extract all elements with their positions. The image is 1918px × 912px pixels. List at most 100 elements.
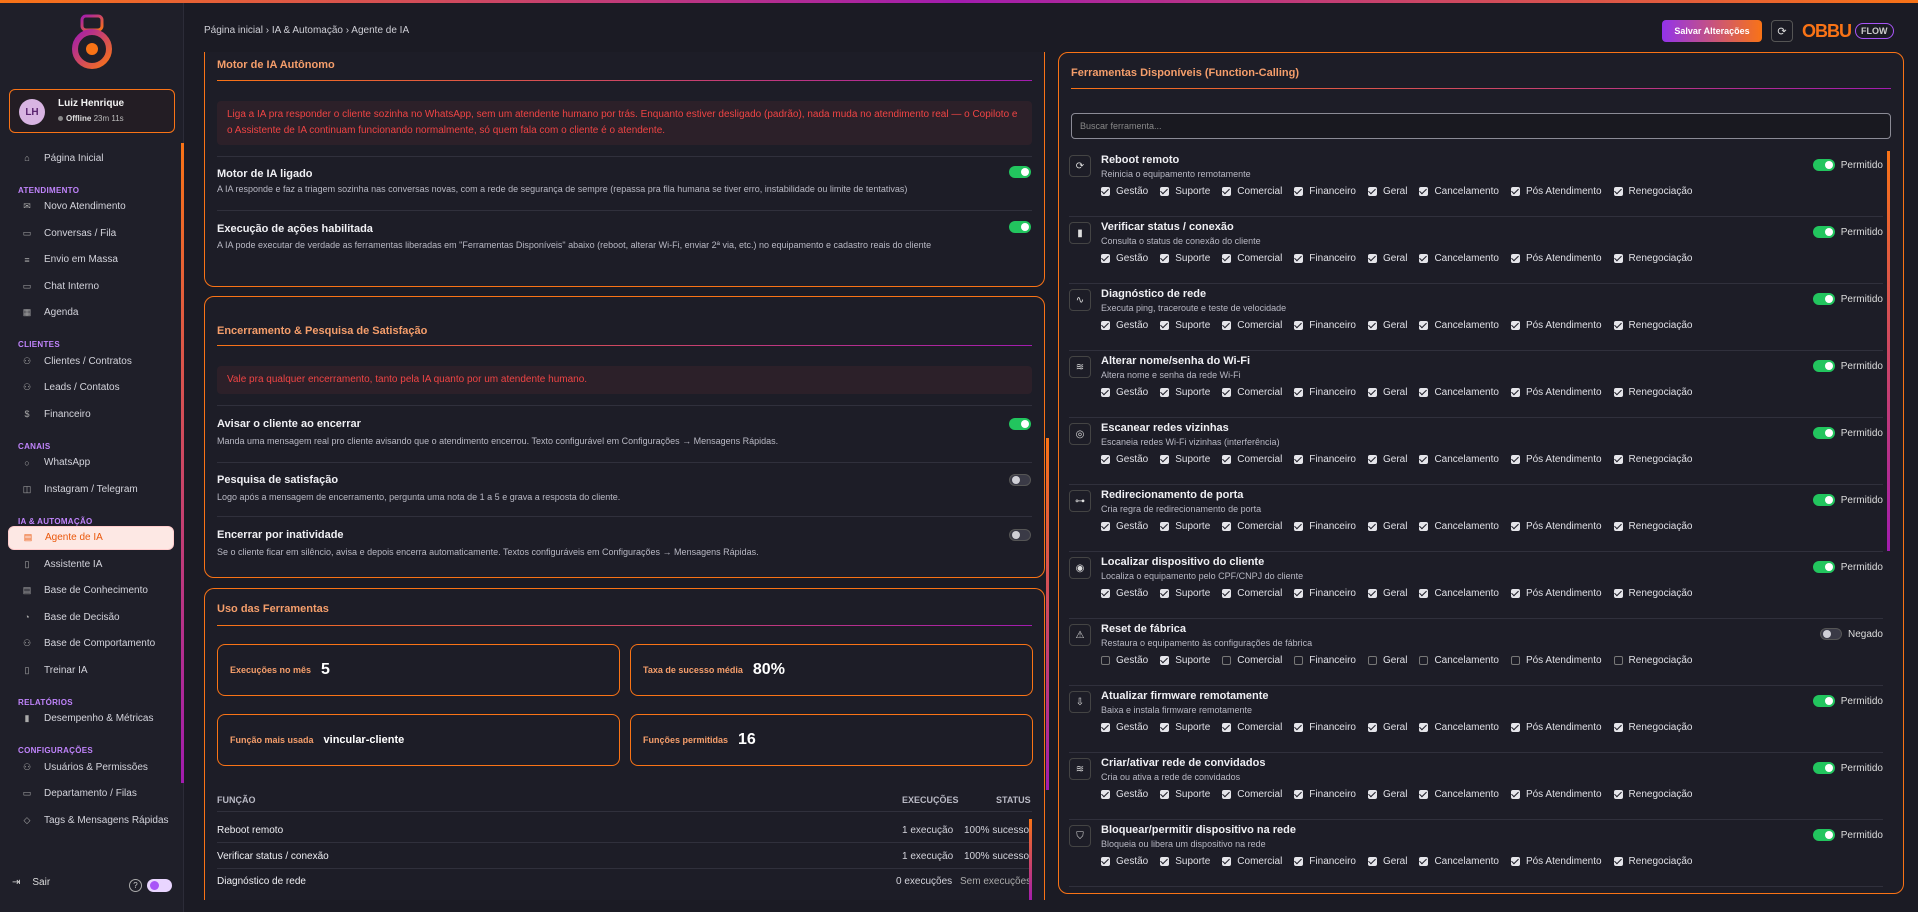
- checkbox-icon[interactable]: [1613, 455, 1623, 464]
- checkbox-icon[interactable]: [1160, 388, 1170, 397]
- checkbox-icon[interactable]: [1510, 656, 1520, 665]
- permission-toggle[interactable]: [1812, 561, 1835, 573]
- checkbox-icon[interactable]: [1510, 187, 1520, 196]
- checkbox-icon[interactable]: [1160, 455, 1170, 464]
- checkbox-icon[interactable]: [1160, 790, 1170, 799]
- department-checkbox[interactable]: Geral: [1368, 454, 1407, 465]
- department-checkbox[interactable]: Cancelamento: [1419, 789, 1499, 800]
- tool-permission[interactable]: Permitido: [1812, 360, 1883, 372]
- checkbox-icon[interactable]: [1613, 321, 1623, 330]
- department-checkbox[interactable]: Gestão: [1101, 454, 1148, 465]
- sidebar-item-treinar-ia[interactable]: ▯ Treinar IA: [8, 658, 174, 682]
- tool-permission[interactable]: Permitido: [1812, 561, 1883, 573]
- checkbox-icon[interactable]: [1419, 656, 1429, 665]
- checkbox-icon[interactable]: [1368, 388, 1377, 397]
- checkbox-icon[interactable]: [1510, 455, 1520, 464]
- checkbox-icon[interactable]: [1160, 656, 1170, 665]
- department-checkbox[interactable]: Comercial: [1222, 655, 1282, 666]
- department-checkbox[interactable]: Renegociação: [1613, 588, 1692, 599]
- checkbox-icon[interactable]: [1419, 522, 1429, 531]
- department-checkbox[interactable]: Suporte: [1160, 588, 1210, 599]
- department-checkbox[interactable]: Pós Atendimento: [1510, 454, 1602, 465]
- sidebar-item-conversas-fila[interactable]: ▭ Conversas / Fila: [8, 221, 174, 245]
- tools-scrollbar[interactable]: [1887, 151, 1890, 551]
- department-checkbox[interactable]: Cancelamento: [1419, 454, 1499, 465]
- checkbox-icon[interactable]: [1419, 857, 1429, 866]
- department-checkbox[interactable]: Renegociação: [1613, 320, 1692, 331]
- checkbox-icon[interactable]: [1419, 790, 1429, 799]
- checkbox-icon[interactable]: [1101, 790, 1110, 799]
- department-checkbox[interactable]: Gestão: [1101, 387, 1148, 398]
- department-checkbox[interactable]: Pós Atendimento: [1510, 320, 1602, 331]
- department-checkbox[interactable]: Geral: [1368, 856, 1407, 867]
- department-checkbox[interactable]: Comercial: [1222, 521, 1282, 532]
- checkbox-icon[interactable]: [1419, 455, 1429, 464]
- main-scrollbar[interactable]: [1046, 438, 1049, 790]
- department-checkbox[interactable]: Geral: [1368, 186, 1407, 197]
- department-checkbox[interactable]: Pós Atendimento: [1510, 253, 1602, 264]
- department-checkbox[interactable]: Gestão: [1101, 789, 1148, 800]
- checkbox-icon[interactable]: [1613, 522, 1623, 531]
- checkbox-icon[interactable]: [1294, 857, 1304, 866]
- department-checkbox[interactable]: Gestão: [1101, 655, 1148, 666]
- department-checkbox[interactable]: Comercial: [1222, 387, 1282, 398]
- checkbox-icon[interactable]: [1368, 321, 1377, 330]
- department-checkbox[interactable]: Pós Atendimento: [1510, 856, 1602, 867]
- theme-toggle[interactable]: [147, 879, 172, 892]
- checkbox-icon[interactable]: [1419, 388, 1429, 397]
- checkbox-icon[interactable]: [1510, 857, 1520, 866]
- refresh-icon[interactable]: ⟳: [1771, 20, 1793, 42]
- department-checkbox[interactable]: Gestão: [1101, 722, 1148, 733]
- checkbox-icon[interactable]: [1101, 455, 1110, 464]
- department-checkbox[interactable]: Suporte: [1160, 186, 1210, 197]
- department-checkbox[interactable]: Renegociação: [1613, 521, 1692, 532]
- checkbox-icon[interactable]: [1294, 790, 1304, 799]
- checkbox-icon[interactable]: [1419, 589, 1429, 598]
- checkbox-icon[interactable]: [1368, 254, 1377, 263]
- department-checkbox[interactable]: Financeiro: [1294, 186, 1356, 197]
- sidebar-item-assistente-ia[interactable]: ▯ Assistente IA: [8, 552, 174, 576]
- checkbox-icon[interactable]: [1160, 522, 1170, 531]
- tool-permission[interactable]: Permitido: [1812, 494, 1883, 506]
- sidebar-item-chat-interno[interactable]: ▭ Chat Interno: [8, 274, 174, 298]
- department-checkbox[interactable]: Pós Atendimento: [1510, 789, 1602, 800]
- sidebar-item-usuarios-permissoes[interactable]: ⚇ Usuários & Permissões: [8, 755, 174, 779]
- checkbox-icon[interactable]: [1294, 723, 1304, 732]
- department-checkbox[interactable]: Financeiro: [1294, 722, 1356, 733]
- checkbox-icon[interactable]: [1510, 790, 1520, 799]
- inactivity-close-toggle[interactable]: [1009, 529, 1031, 541]
- checkbox-icon[interactable]: [1419, 723, 1429, 732]
- checkbox-icon[interactable]: [1160, 321, 1170, 330]
- department-checkbox[interactable]: Geral: [1368, 789, 1407, 800]
- department-checkbox[interactable]: Financeiro: [1294, 320, 1356, 331]
- tool-permission[interactable]: Permitido: [1812, 829, 1883, 841]
- checkbox-icon[interactable]: [1101, 656, 1110, 665]
- department-checkbox[interactable]: Gestão: [1101, 186, 1148, 197]
- sidebar-item-departamento-filas[interactable]: ▭ Departamento / Filas: [8, 782, 174, 806]
- checkbox-icon[interactable]: [1101, 857, 1110, 866]
- checkbox-icon[interactable]: [1222, 187, 1232, 196]
- permission-toggle[interactable]: [1812, 159, 1835, 171]
- sidebar-item-clientes-contratos[interactable]: ⚇ Clientes / Contratos: [8, 349, 174, 373]
- department-checkbox[interactable]: Pós Atendimento: [1510, 387, 1602, 398]
- satisfaction-survey-toggle[interactable]: [1009, 474, 1031, 486]
- checkbox-icon[interactable]: [1368, 455, 1377, 464]
- checkbox-icon[interactable]: [1613, 388, 1623, 397]
- sidebar-item-instagram-telegram[interactable]: ◫ Instagram / Telegram: [8, 477, 174, 501]
- checkbox-icon[interactable]: [1101, 321, 1110, 330]
- department-checkbox[interactable]: Renegociação: [1613, 387, 1692, 398]
- tool-permission[interactable]: Permitido: [1812, 226, 1883, 238]
- tool-permission[interactable]: Permitido: [1812, 293, 1883, 305]
- department-checkbox[interactable]: Geral: [1368, 253, 1407, 264]
- checkbox-icon[interactable]: [1101, 388, 1110, 397]
- sidebar-item-desempenho-metricas[interactable]: ▮ Desempenho & Métricas: [8, 707, 174, 731]
- department-checkbox[interactable]: Geral: [1368, 655, 1407, 666]
- checkbox-icon[interactable]: [1510, 254, 1520, 263]
- department-checkbox[interactable]: Cancelamento: [1419, 387, 1499, 398]
- department-checkbox[interactable]: Financeiro: [1294, 655, 1356, 666]
- department-checkbox[interactable]: Financeiro: [1294, 387, 1356, 398]
- department-checkbox[interactable]: Cancelamento: [1419, 588, 1499, 599]
- checkbox-icon[interactable]: [1294, 321, 1304, 330]
- checkbox-icon[interactable]: [1510, 388, 1520, 397]
- permission-toggle[interactable]: [1812, 427, 1835, 439]
